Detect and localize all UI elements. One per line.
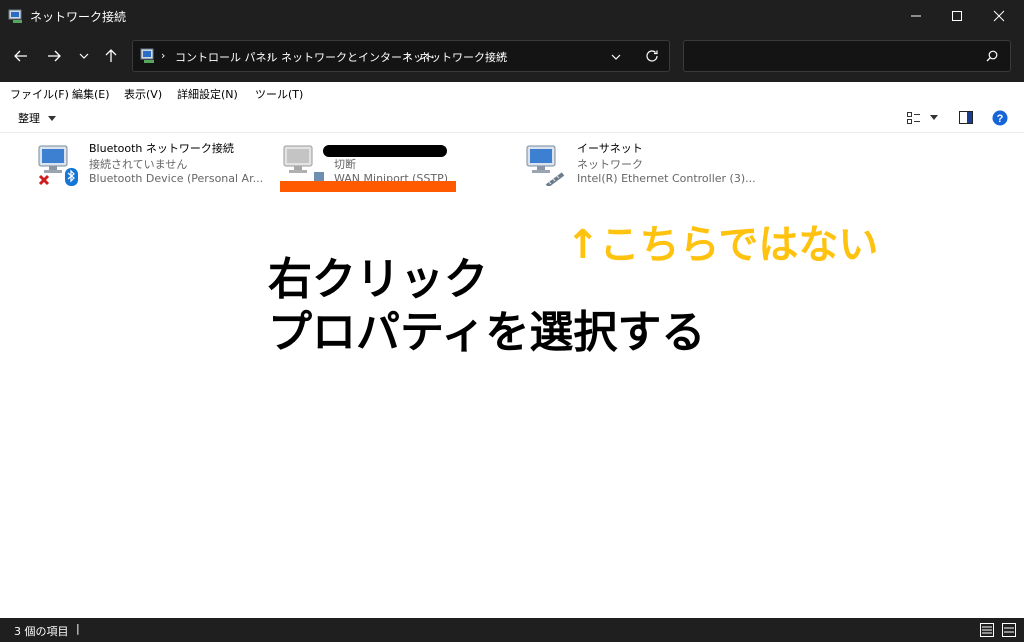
breadcrumb-network-connections[interactable]: ネットワーク接続: [419, 49, 507, 65]
network-adapter-icon: [283, 145, 324, 186]
connection-status: 接続されていません: [89, 158, 188, 171]
refresh-icon[interactable]: [645, 49, 659, 63]
status-bar: 3 個の項目 |: [0, 618, 1024, 642]
maximize-button[interactable]: [934, 0, 980, 32]
caret-down-icon[interactable]: [930, 115, 938, 121]
annotation-not-this: ↑こちらではない: [566, 222, 879, 268]
forward-button[interactable]: [43, 45, 65, 67]
command-bar: 整理 ?: [0, 104, 1024, 133]
breadcrumb-separator: ›: [267, 49, 272, 62]
network-adapter-icon: [526, 145, 565, 186]
close-icon: [993, 10, 1005, 22]
connections-list: Bluetooth ネットワーク接続 接続されていません Bluetooth D…: [0, 133, 1024, 618]
breadcrumb-control-panel[interactable]: コントロール パネル: [175, 49, 278, 65]
minimize-button[interactable]: [893, 0, 939, 32]
item-count: 3 個の項目: [14, 625, 69, 638]
highlight-underline: [280, 181, 456, 192]
connection-device: Intel(R) Ethernet Controller (3)...: [577, 172, 756, 185]
control-panel-icon: [140, 48, 154, 63]
up-button[interactable]: [100, 45, 122, 67]
title-bar: ネットワーク接続: [0, 0, 1024, 32]
caret-down-icon: [47, 116, 56, 121]
address-bar[interactable]: › コントロール パネル › ネットワークとインターネット › ネットワーク接続…: [132, 40, 670, 72]
menu-tools[interactable]: ツール(T): [255, 86, 303, 102]
connection-name: Bluetooth ネットワーク接続: [89, 142, 234, 155]
help-icon[interactable]: ?: [992, 110, 1008, 126]
search-icon: [986, 50, 998, 62]
back-button[interactable]: [10, 45, 32, 67]
arrow-right-icon: [48, 50, 61, 62]
menu-edit[interactable]: 編集(E): [72, 86, 110, 102]
window-title: ネットワーク接続: [30, 10, 127, 24]
network-folder-icon: [8, 9, 22, 23]
menu-view[interactable]: 表示(V): [124, 86, 162, 102]
recent-locations-button[interactable]: [73, 45, 95, 67]
chevron-down-icon[interactable]: [611, 52, 621, 62]
organize-label: 整理: [18, 112, 40, 125]
arrow-up-icon: [105, 49, 117, 62]
breadcrumb-separator: ›: [161, 49, 166, 62]
arrow-left-icon: [14, 50, 27, 62]
chevron-down-icon: [79, 53, 89, 59]
connection-item-bluetooth[interactable]: Bluetooth ネットワーク接続 接続されていません Bluetooth D…: [37, 138, 263, 188]
breadcrumb-network-internet[interactable]: ネットワークとインターネット: [281, 49, 435, 65]
menu-bar: ファイル(F) 編集(E) 表示(V) 詳細設定(N) ツール(T): [0, 82, 1024, 105]
minimize-icon: [911, 15, 921, 17]
breadcrumb-separator: ›: [500, 49, 505, 62]
annotation-select-properties: プロパティを選択する: [268, 307, 706, 358]
connection-item-ethernet[interactable]: イーサネット ネットワーク Intel(R) Ethernet Controll…: [525, 138, 756, 188]
connection-name: イーサネット: [577, 142, 643, 155]
tiles-view-icon[interactable]: [1002, 623, 1016, 637]
connection-status: 切断: [334, 158, 356, 171]
preview-pane-icon[interactable]: [959, 111, 973, 124]
connection-device: Bluetooth Device (Personal Ar...: [89, 172, 264, 185]
maximize-icon: [952, 11, 962, 21]
connection-status: ネットワーク: [577, 158, 643, 171]
search-input[interactable]: [683, 40, 1011, 72]
menu-advanced[interactable]: 詳細設定(N): [177, 86, 238, 102]
network-adapter-icon: [38, 145, 78, 186]
organize-button[interactable]: 整理: [18, 110, 56, 126]
details-view-icon[interactable]: [980, 623, 994, 637]
change-view-icon[interactable]: [907, 112, 921, 124]
close-button[interactable]: [976, 0, 1022, 32]
status-separator: |: [76, 622, 80, 635]
redaction-mark: [323, 145, 447, 157]
menu-file[interactable]: ファイル(F): [10, 86, 69, 102]
svg-text:?: ?: [997, 113, 1004, 125]
breadcrumb-separator: ›: [405, 49, 410, 62]
